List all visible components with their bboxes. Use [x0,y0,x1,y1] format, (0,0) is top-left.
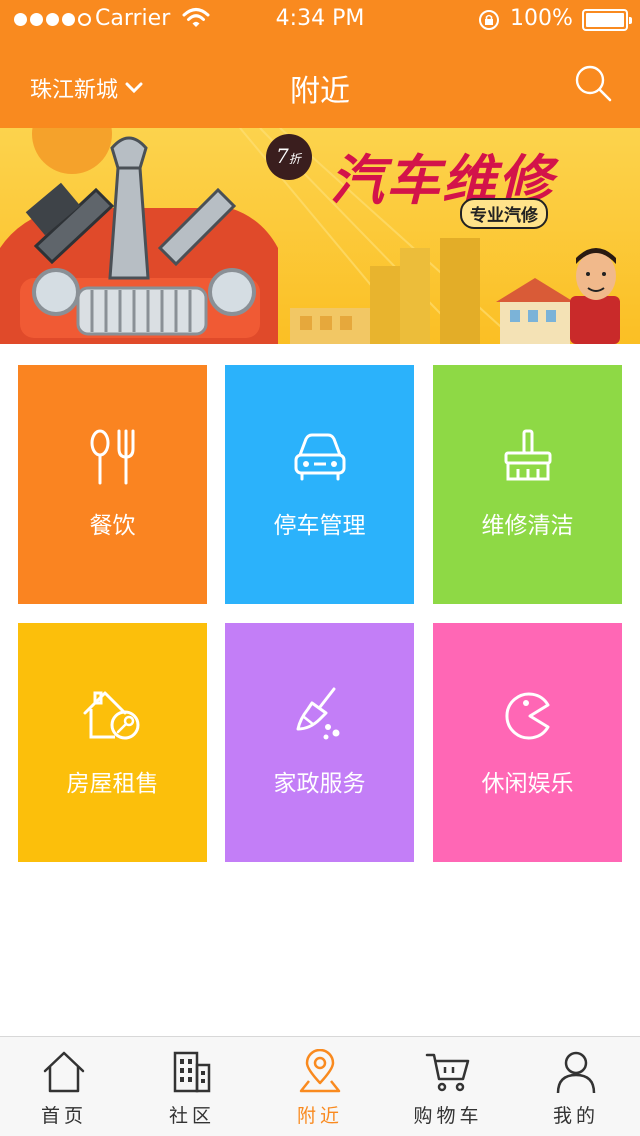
duster-icon [225,685,414,745]
tab-community[interactable]: 社区 [128,1037,256,1136]
category-housing[interactable]: 房屋租售 [18,623,207,862]
category-repair-cleaning[interactable]: 维修清洁 [433,365,622,604]
category-label: 停车管理 [273,513,366,539]
tab-label: 购物车 [413,1105,483,1127]
tab-cart[interactable]: 购物车 [384,1037,512,1136]
category-label: 餐饮 [89,513,136,539]
tab-label: 首页 [40,1105,87,1127]
category-label: 维修清洁 [481,513,574,539]
category-housekeeping[interactable]: 家政服务 [225,623,414,862]
battery-icon [582,9,632,31]
tab-label: 我的 [552,1105,599,1127]
location-pin-icon [256,1049,384,1095]
rotation-lock-icon [479,10,499,30]
search-icon[interactable] [574,64,614,104]
nav-bar: 珠江新城 附近 [0,40,640,128]
home-icon [0,1049,128,1095]
car-icon [225,427,414,487]
promo-banner[interactable]: 汽车维修 专业汽修 7折 [0,128,640,344]
bottom-tab-bar: 首页 社区 附近 购物车 我的 [0,1036,640,1136]
category-label: 休闲娱乐 [481,771,574,797]
tab-label: 附近 [296,1105,343,1127]
category-leisure[interactable]: 休闲娱乐 [433,623,622,862]
tab-label: 社区 [168,1105,215,1127]
tab-home[interactable]: 首页 [0,1037,128,1136]
user-icon [512,1049,640,1095]
broom-icon [433,427,622,487]
building-icon [128,1049,256,1095]
discount-value: 7折 [276,144,301,168]
page-title: 附近 [290,74,350,109]
banner-tagline: 专业汽修 [460,198,548,229]
cart-icon [384,1049,512,1095]
tab-profile[interactable]: 我的 [512,1037,640,1136]
category-label: 房屋租售 [66,771,159,797]
app-header: Carrier 4:34 PM 100% 珠江新城 附近 [0,0,640,128]
category-label: 家政服务 [273,771,366,797]
status-bar: Carrier 4:34 PM 100% [0,0,640,40]
house-key-icon [18,685,207,745]
pacman-icon [433,685,622,745]
category-parking[interactable]: 停车管理 [225,365,414,604]
tab-nearby[interactable]: 附近 [256,1037,384,1136]
battery-percent: 100% [510,6,573,31]
category-dining[interactable]: 餐饮 [18,365,207,604]
spoon-fork-icon [18,427,207,487]
